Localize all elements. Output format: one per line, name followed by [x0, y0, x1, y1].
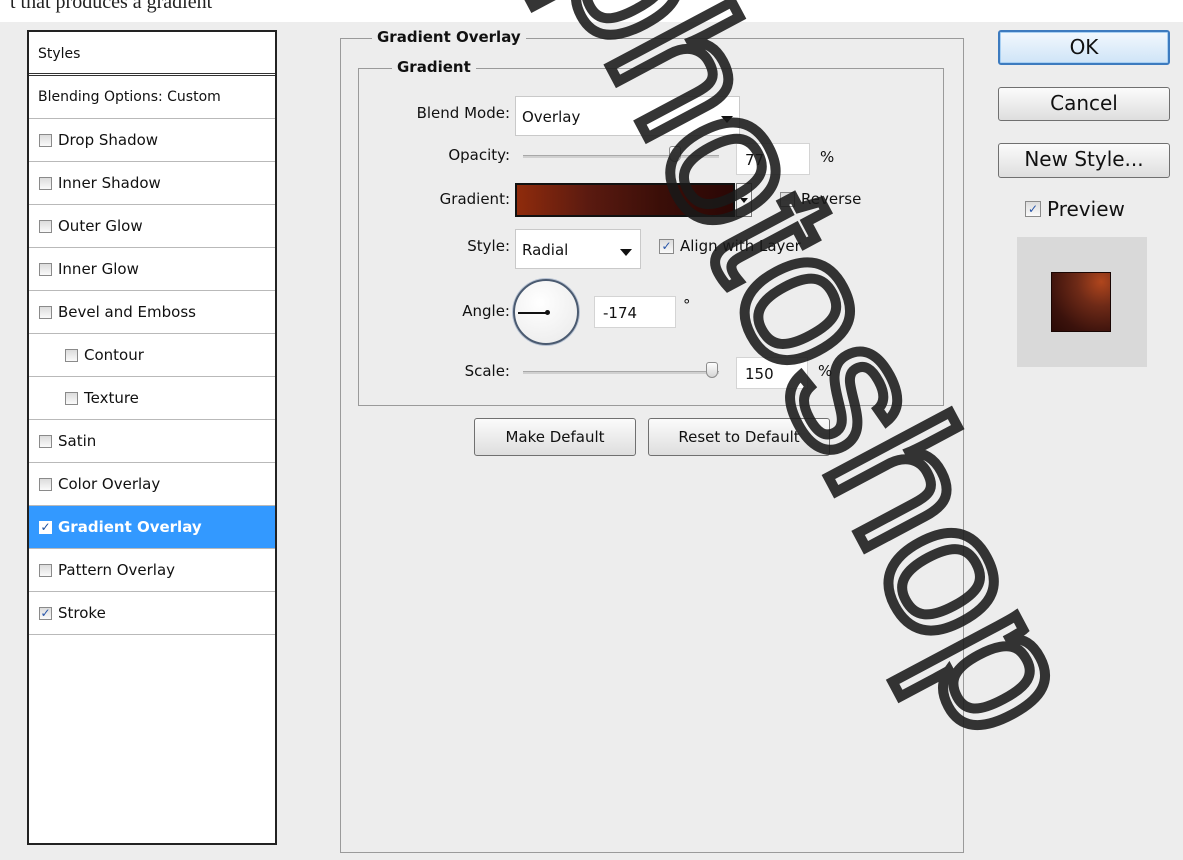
chevron-down-icon [740, 198, 748, 203]
gradient-label: Gradient: [439, 190, 510, 208]
preview-area [1017, 237, 1147, 367]
style-item-stroke[interactable]: ✓ Stroke [29, 592, 275, 635]
style-item-label: Satin [58, 432, 97, 450]
angle-input[interactable]: -174 [594, 296, 676, 328]
align-with-layer-checkbox[interactable]: ✓ [659, 238, 674, 254]
reverse-label: Reverse [801, 190, 862, 208]
background-text-fragment: t that produces a gradient [10, 0, 213, 13]
style-item-label: Gradient Overlay [58, 518, 202, 536]
stroke-checkbox[interactable]: ✓ [39, 606, 52, 620]
angle-label: Angle: [462, 302, 510, 320]
gradient-swatch[interactable] [515, 183, 735, 217]
scale-slider-track[interactable] [523, 371, 719, 374]
preview-checkbox[interactable]: ✓ [1025, 201, 1041, 217]
reset-to-default-button[interactable]: Reset to Default [648, 418, 830, 456]
style-item-outer-glow[interactable]: Outer Glow [29, 205, 275, 248]
new-style-button[interactable]: New Style... [998, 143, 1170, 178]
style-item-drop-shadow[interactable]: Drop Shadow [29, 119, 275, 162]
color-overlay-checkbox[interactable] [39, 477, 52, 491]
style-item-label: Inner Glow [58, 260, 139, 278]
style-item-inner-glow[interactable]: Inner Glow [29, 248, 275, 291]
scale-unit: % [818, 362, 833, 380]
group-title: Gradient [392, 58, 476, 76]
style-item-label: Inner Shadow [58, 174, 161, 192]
pattern-overlay-checkbox[interactable] [39, 563, 52, 577]
angle-dial-center [545, 310, 550, 315]
style-item-label: Stroke [58, 604, 106, 622]
style-item-label: Texture [84, 389, 139, 407]
background-text-strip: t that produces a gradient [0, 0, 1183, 22]
style-item-color-overlay[interactable]: Color Overlay [29, 463, 275, 506]
style-item-label: Pattern Overlay [58, 561, 176, 579]
opacity-input[interactable]: 77 [736, 143, 810, 175]
gradient-overlay-checkbox[interactable]: ✓ [39, 520, 52, 534]
styles-header[interactable]: Styles [29, 32, 275, 76]
blending-options-item[interactable]: Blending Options: Custom [29, 76, 275, 119]
chevron-down-icon [620, 249, 632, 256]
scale-input[interactable]: 150 [736, 357, 808, 389]
bevel-emboss-checkbox[interactable] [39, 305, 52, 319]
blend-mode-value: Overlay [522, 108, 581, 126]
style-label: Style: [467, 237, 510, 255]
scale-label: Scale: [464, 362, 510, 380]
section-title: Gradient Overlay [372, 28, 526, 46]
make-default-button[interactable]: Make Default [474, 418, 636, 456]
satin-checkbox[interactable] [39, 434, 52, 448]
ok-button[interactable]: OK [998, 30, 1170, 65]
cancel-button[interactable]: Cancel [998, 87, 1170, 121]
chevron-down-icon [721, 116, 733, 123]
angle-dial-needle [518, 312, 548, 314]
style-dropdown[interactable]: Radial [515, 229, 641, 269]
style-item-label: Contour [84, 346, 144, 364]
style-item-contour[interactable]: Contour [29, 334, 275, 377]
align-with-layer-label: Align with Layer [680, 237, 801, 255]
outer-glow-checkbox[interactable] [39, 219, 52, 233]
opacity-unit: % [820, 148, 835, 166]
opacity-slider-handle[interactable] [669, 146, 681, 162]
gradient-picker-button[interactable] [736, 183, 752, 217]
style-item-label: Bevel and Emboss [58, 303, 196, 321]
angle-unit: ° [683, 296, 691, 314]
style-item-label: Outer Glow [58, 217, 143, 235]
reverse-checkbox-row[interactable]: Reverse [780, 190, 861, 208]
style-item-gradient-overlay[interactable]: ✓ Gradient Overlay [29, 506, 275, 549]
drop-shadow-checkbox[interactable] [39, 133, 52, 147]
style-item-bevel-emboss[interactable]: Bevel and Emboss [29, 291, 275, 334]
angle-dial[interactable] [513, 279, 579, 345]
style-value: Radial [522, 241, 569, 259]
preview-row[interactable]: ✓ Preview [1025, 197, 1125, 221]
style-item-satin[interactable]: Satin [29, 420, 275, 463]
style-item-label: Drop Shadow [58, 131, 159, 149]
inner-shadow-checkbox[interactable] [39, 176, 52, 190]
inner-glow-checkbox[interactable] [39, 262, 52, 276]
styles-list-panel: Styles Blending Options: Custom Drop Sha… [27, 30, 277, 845]
preview-swatch [1051, 272, 1111, 332]
preview-label: Preview [1047, 197, 1125, 221]
reverse-checkbox[interactable] [780, 191, 795, 207]
opacity-slider-track[interactable] [523, 155, 719, 158]
align-with-layer-row[interactable]: ✓ Align with Layer [659, 237, 801, 255]
opacity-label: Opacity: [448, 146, 510, 164]
style-item-inner-shadow[interactable]: Inner Shadow [29, 162, 275, 205]
blend-mode-dropdown[interactable]: Overlay [515, 96, 740, 136]
texture-checkbox[interactable] [65, 391, 78, 405]
style-item-pattern-overlay[interactable]: Pattern Overlay [29, 549, 275, 592]
blend-mode-label: Blend Mode: [416, 104, 510, 122]
contour-checkbox[interactable] [65, 348, 78, 362]
style-item-texture[interactable]: Texture [29, 377, 275, 420]
scale-slider-handle[interactable] [706, 362, 718, 378]
style-item-label: Color Overlay [58, 475, 161, 493]
